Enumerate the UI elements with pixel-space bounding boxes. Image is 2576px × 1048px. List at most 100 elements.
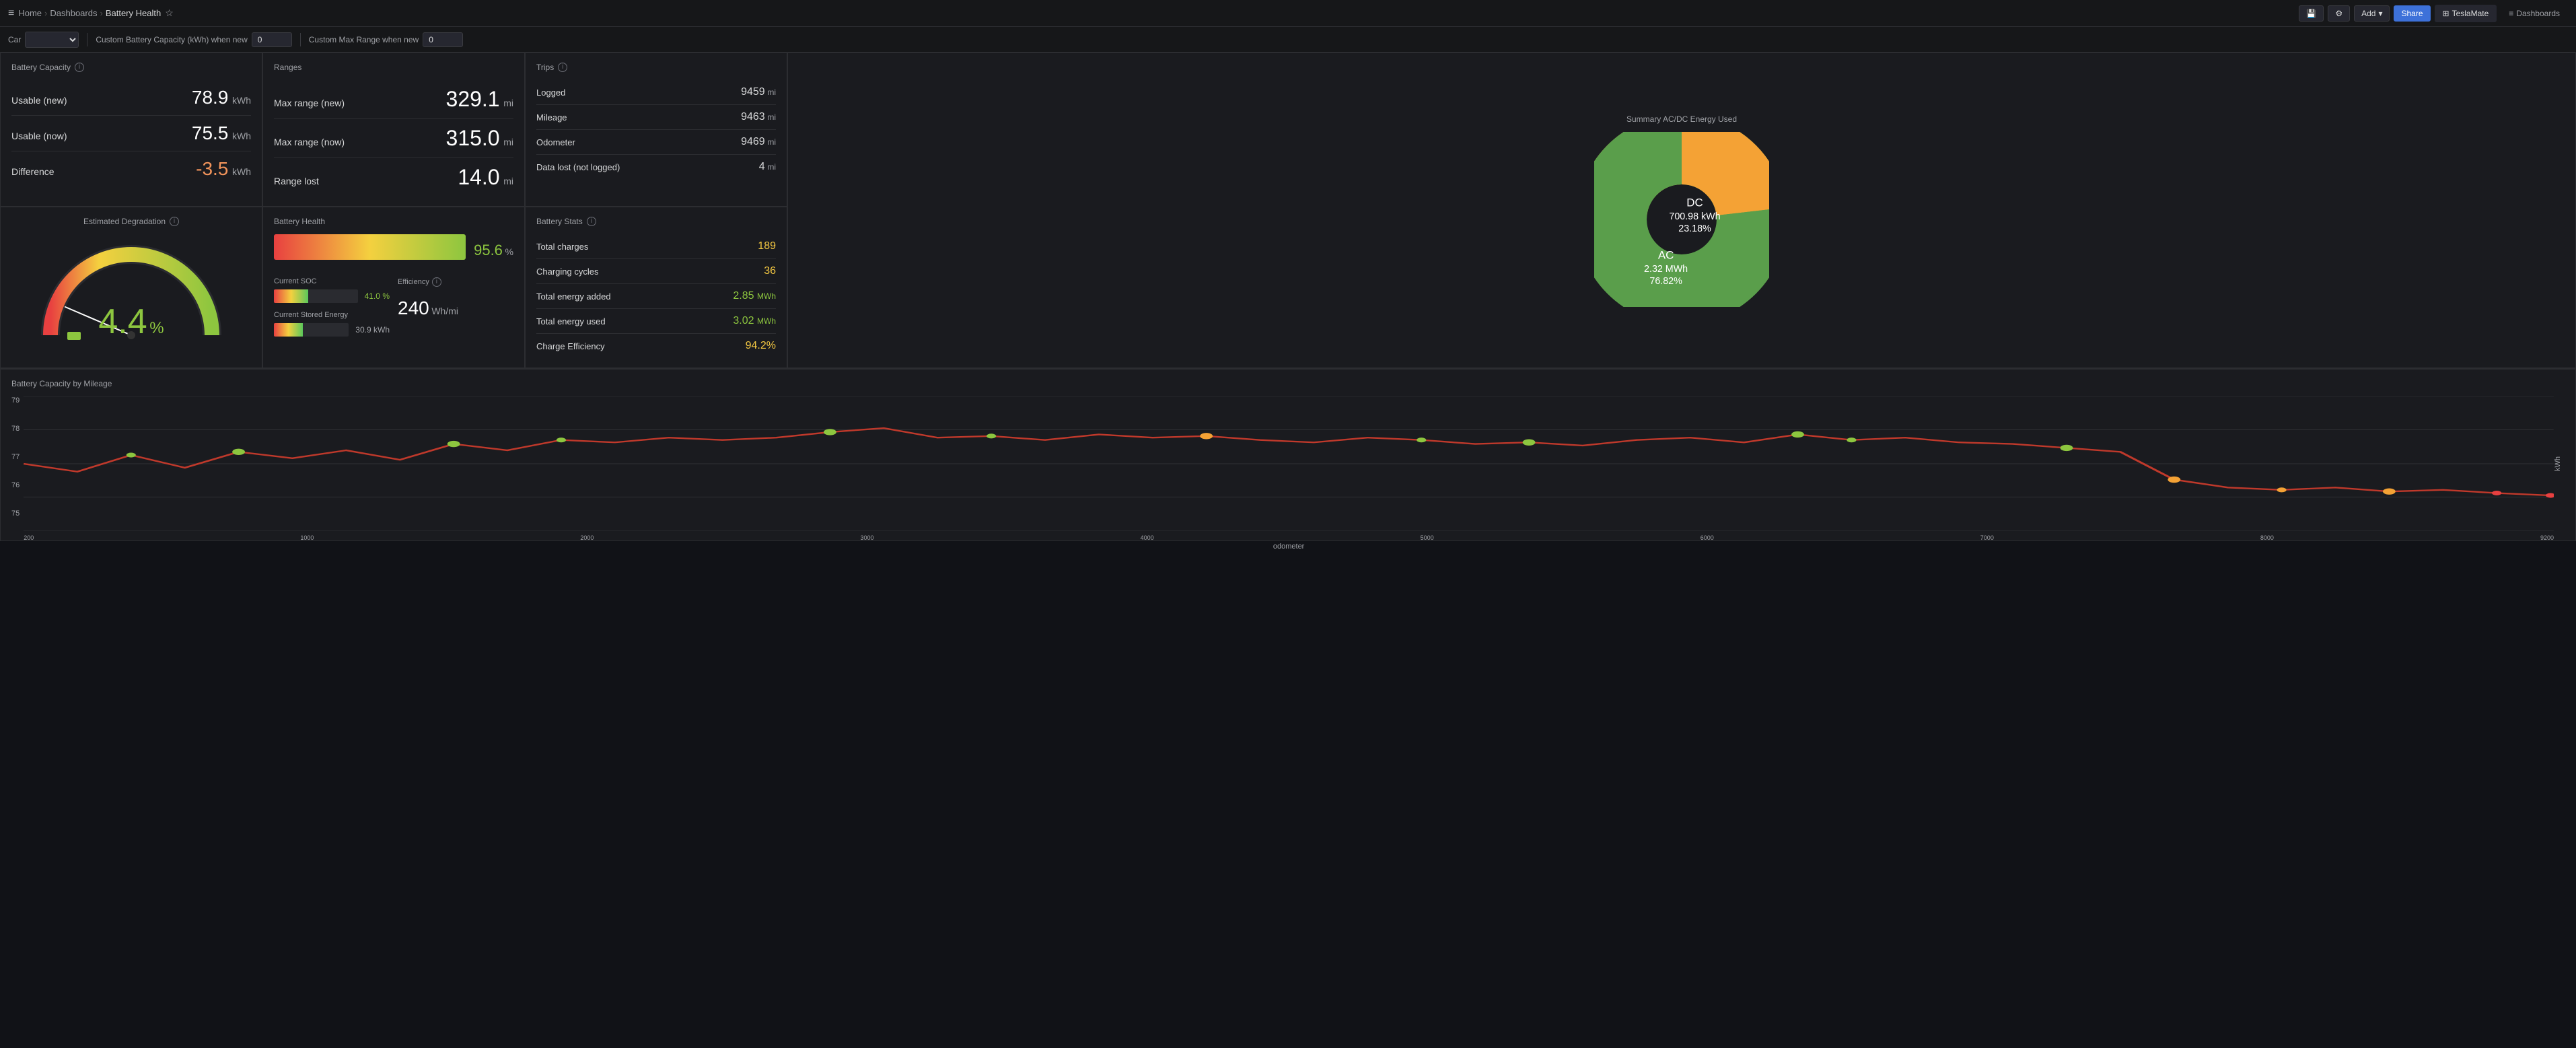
- difference-row: Difference -3.5 kWh: [11, 151, 251, 186]
- gauge-container: 4.4 %: [30, 234, 232, 349]
- mileage-unit: mi: [767, 112, 776, 122]
- breadcrumb-current: Battery Health: [106, 8, 161, 18]
- battery-stats-title: Battery Stats i: [536, 217, 776, 226]
- efficiency-section: Efficiency i 240 Wh/mi: [398, 277, 513, 337]
- tab-teslamate[interactable]: ⊞ TeslaMate: [2435, 5, 2497, 22]
- x-tick: 5000: [1421, 534, 1434, 541]
- svg-text:700.98 kWh: 700.98 kWh: [1669, 211, 1720, 222]
- summary-panel: Summary AC/DC Energy Used DC 700.98 kWh …: [787, 53, 2576, 368]
- soc-bar-outer: [274, 289, 358, 303]
- x-axis-ticks: 200 1000 2000 3000 4000 5000 6000 7000 8…: [24, 534, 2554, 541]
- energy-bar-inner: [274, 323, 303, 337]
- charge-efficiency-row: Charge Efficiency 94.2%: [536, 334, 776, 358]
- breadcrumb-dashboards[interactable]: Dashboards: [50, 8, 97, 18]
- degradation-value: 4.4: [98, 302, 147, 341]
- data-lost-value: 4: [759, 161, 765, 172]
- top-navigation: ≡ Home › Dashboards › Battery Health ☆ 💾…: [0, 0, 2576, 27]
- difference-unit: kWh: [232, 166, 251, 177]
- soc-bar-inner: [274, 289, 308, 303]
- y-tick-79: 79: [11, 396, 20, 405]
- svg-text:2.32 MWh: 2.32 MWh: [1644, 264, 1688, 275]
- soc-bar-wrapper: 41.0 %: [274, 289, 390, 303]
- usable-now-value: 75.5: [192, 123, 229, 143]
- max-range-new-label: Max range (new): [274, 98, 345, 108]
- svg-text:76.82%: 76.82%: [1649, 276, 1682, 287]
- y-tick-76: 76: [11, 481, 20, 489]
- max-range-now-unit: mi: [503, 137, 513, 147]
- y-axis-label: kWh: [2554, 456, 2565, 471]
- breadcrumb-home[interactable]: Home: [18, 8, 42, 18]
- ranges-panel: Ranges Max range (new) 329.1 mi Max rang…: [262, 53, 525, 207]
- ranges-title: Ranges: [274, 63, 513, 72]
- data-lost-row: Data lost (not logged) 4 mi: [536, 155, 776, 179]
- mileage-label: Mileage: [536, 112, 567, 123]
- degradation-info-icon[interactable]: i: [170, 217, 179, 226]
- range-lost-unit: mi: [503, 176, 513, 186]
- charge-efficiency-label: Charge Efficiency: [536, 341, 605, 351]
- logged-unit: mi: [767, 88, 776, 97]
- gauge-value-display: 4.4 %: [98, 302, 164, 342]
- battery-health-panel: Battery Health 95.6 % Current SOC 41.0 %: [262, 207, 525, 368]
- efficiency-value: 240: [398, 298, 429, 318]
- car-select[interactable]: [25, 32, 79, 48]
- logged-label: Logged: [536, 88, 565, 98]
- battery-stats-info-icon[interactable]: i: [587, 217, 596, 226]
- health-bar-row: 95.6 %: [274, 234, 513, 267]
- soc-section: Current SOC 41.0 % Current Stored Energy: [274, 277, 390, 337]
- health-percent-unit: %: [505, 246, 513, 257]
- list-icon: ≡: [2509, 9, 2513, 18]
- logged-value: 9459: [741, 86, 765, 98]
- usable-now-row: Usable (now) 75.5 kWh: [11, 116, 251, 151]
- car-label: Car: [8, 35, 21, 44]
- range-lost-row: Range lost 14.0 mi: [274, 158, 513, 197]
- hamburger-icon[interactable]: ≡: [8, 7, 14, 20]
- health-bar: [274, 234, 466, 260]
- energy-added-value: 2.85 MWh: [733, 290, 776, 302]
- summary-title: Summary AC/DC Energy Used: [1626, 114, 1737, 124]
- odometer-value: 9469: [741, 136, 765, 147]
- difference-value: -3.5: [196, 158, 228, 179]
- chart-plot-area: 200 1000 2000 3000 4000 5000 6000 7000 8…: [24, 396, 2554, 531]
- filter-divider-2: [300, 33, 301, 46]
- usable-new-row: Usable (new) 78.9 kWh: [11, 80, 251, 116]
- x-tick: 2000: [580, 534, 594, 541]
- car-filter: Car: [8, 32, 79, 48]
- battery-capacity-input[interactable]: [252, 32, 292, 47]
- efficiency-info-icon[interactable]: i: [432, 277, 441, 287]
- settings-button[interactable]: ⚙: [2328, 5, 2350, 22]
- share-button[interactable]: Share: [2394, 5, 2430, 22]
- total-charges-row: Total charges 189: [536, 234, 776, 259]
- usable-new-unit: kWh: [232, 95, 251, 106]
- tab-dashboards[interactable]: ≡ Dashboards: [2501, 5, 2568, 22]
- bottom-chart-panel: Battery Capacity by Mileage 79 78 77 76 …: [0, 369, 2576, 541]
- battery-capacity-label: Custom Battery Capacity (kWh) when new: [96, 35, 247, 44]
- stored-energy-section: Current Stored Energy 30.9 kWh: [274, 311, 390, 337]
- save-button[interactable]: 💾: [2299, 5, 2324, 22]
- energy-added-label: Total energy added: [536, 291, 611, 302]
- breadcrumb-sep-2: ›: [100, 8, 102, 18]
- star-icon[interactable]: ☆: [165, 7, 174, 19]
- max-range-now-label: Max range (now): [274, 137, 345, 147]
- battery-stats-panel: Battery Stats i Total charges 189 Chargi…: [525, 207, 787, 368]
- x-tick: 7000: [1980, 534, 1994, 541]
- svg-text:DC: DC: [1686, 196, 1703, 209]
- battery-capacity-info-icon[interactable]: i: [75, 63, 84, 72]
- trips-info-icon[interactable]: i: [558, 63, 567, 72]
- odometer-unit: mi: [767, 137, 776, 147]
- mileage-row: Mileage 9463 mi: [536, 105, 776, 130]
- max-range-now-row: Max range (now) 315.0 mi: [274, 119, 513, 158]
- breadcrumb-sep-1: ›: [44, 8, 47, 18]
- charging-cycles-row: Charging cycles 36: [536, 259, 776, 284]
- x-tick: 4000: [1141, 534, 1154, 541]
- usable-new-label: Usable (new): [11, 95, 67, 106]
- max-range-input[interactable]: [423, 32, 463, 47]
- range-lost-label: Range lost: [274, 176, 319, 186]
- soc-value: 41.0 %: [365, 291, 390, 301]
- range-lost-value: 14.0: [458, 165, 499, 189]
- add-button[interactable]: Add ▾: [2354, 5, 2390, 22]
- battery-capacity-filter: Custom Battery Capacity (kWh) when new: [96, 32, 291, 47]
- data-lost-label: Data lost (not logged): [536, 162, 620, 172]
- data-lost-unit: mi: [767, 162, 776, 172]
- usable-now-unit: kWh: [232, 131, 251, 141]
- y-axis: 79 78 77 76 75: [11, 396, 24, 531]
